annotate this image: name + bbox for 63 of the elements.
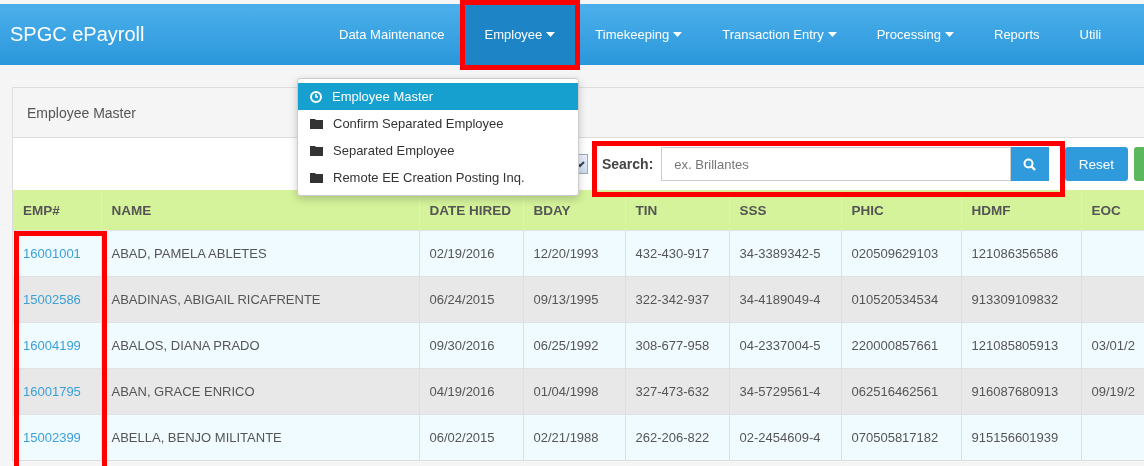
table-cell: 220000857661 — [841, 322, 961, 369]
search-button[interactable] — [1010, 147, 1049, 181]
nav-menu-item[interactable]: Reports — [974, 4, 1060, 65]
nav-menu-item[interactable]: Data Maintenance — [319, 4, 465, 65]
table-cell: 432-430-917 — [625, 230, 729, 277]
table-cell: 916087680913 — [961, 368, 1081, 415]
table-cell: 02/21/1988 — [523, 414, 625, 460]
panel-title: Employee Master — [27, 104, 136, 121]
column-header[interactable]: NAME — [101, 190, 419, 231]
employee-id-link[interactable]: 15002399 — [23, 430, 81, 445]
table-cell: 121086356586 — [961, 230, 1081, 277]
brand-title[interactable]: SPGC ePayroll — [10, 23, 319, 46]
table-cell: 06/24/2015 — [419, 276, 523, 323]
table-cell: 020509629103 — [841, 230, 961, 277]
table-cell: 010520534534 — [841, 276, 961, 323]
table-cell: 04/19/2016 — [419, 368, 523, 415]
table-cell: 09/19/2 — [1081, 368, 1144, 415]
table-cell: 02-2454609-4 — [729, 414, 841, 460]
table-cell: 06/25/1992 — [523, 322, 625, 369]
menu-item[interactable]: Confirm Separated Employee — [298, 110, 578, 137]
table-cell: 062516462561 — [841, 368, 961, 415]
employee-id-link[interactable]: 16001795 — [23, 384, 81, 399]
menu-item[interactable]: Separated Employee — [298, 137, 578, 164]
table-cell: 34-5729561-4 — [729, 368, 841, 415]
folder-icon — [310, 118, 323, 129]
table-cell: 262-206-822 — [625, 414, 729, 460]
clock-icon — [310, 90, 322, 103]
table-cell: 06/02/2015 — [419, 414, 523, 460]
table-cell: 04-2337004-5 — [729, 322, 841, 369]
folder-icon — [310, 172, 323, 183]
column-header[interactable]: EOC — [1081, 190, 1144, 231]
employee-id-link[interactable]: 15002586 — [23, 292, 81, 307]
table-cell: 34-3389342-5 — [729, 230, 841, 277]
table-cell: 12/20/1993 — [523, 230, 625, 277]
table-cell: 308-677-958 — [625, 322, 729, 369]
table-cell: ABAD, PAMELA ABLETES — [101, 230, 419, 277]
menu-item[interactable]: Remote EE Creation Posting Inq. — [298, 164, 578, 191]
table-cell: 01/04/1998 — [523, 368, 625, 415]
reset-button[interactable]: Reset — [1064, 147, 1128, 181]
search-label: Search: — [601, 156, 654, 172]
nav-menu-item[interactable]: Transaction Entry — [702, 4, 857, 65]
table-cell: 02/19/2016 — [419, 230, 523, 277]
table-cell: 915156601939 — [961, 414, 1081, 460]
table-cell: 322-342-937 — [625, 276, 729, 323]
menu-item[interactable]: Employee Master — [298, 83, 578, 110]
table-cell: 03/01/2 — [1081, 322, 1144, 369]
search-icon — [1023, 157, 1037, 171]
nav-menu-item[interactable]: Processing — [856, 4, 974, 65]
table-cell: 327-473-632 — [625, 368, 729, 415]
table-cell: 09/13/1995 — [523, 276, 625, 323]
nav-menu-item[interactable]: Utili — [1059, 4, 1122, 65]
table-cell: 913309109832 — [961, 276, 1081, 323]
table-cell: 09/30/2016 — [419, 322, 523, 369]
table-cell: 34-4189049-4 — [729, 276, 841, 323]
nav-menu-item[interactable]: Employee — [464, 4, 576, 65]
employee-id-link[interactable]: 16004199 — [23, 338, 81, 353]
nav-menu-item[interactable]: Timekeeping — [575, 4, 703, 65]
table-cell: 070505817182 — [841, 414, 961, 460]
folder-icon — [310, 145, 323, 156]
column-header[interactable]: EMP# — [13, 190, 101, 231]
employee-id-link[interactable]: 16001001 — [23, 246, 81, 261]
search-field[interactable]: ex. Brillantes — [661, 147, 1011, 181]
table-cell: 121085805913 — [961, 322, 1081, 369]
